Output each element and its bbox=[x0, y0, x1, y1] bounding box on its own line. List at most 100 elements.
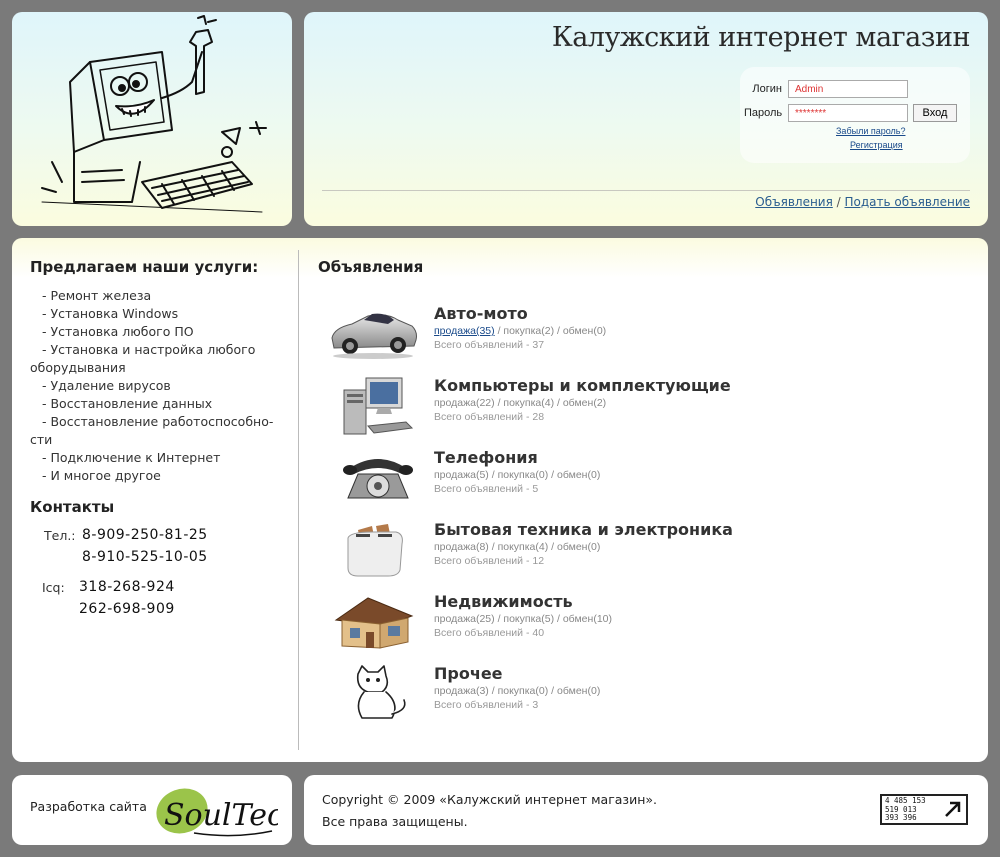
category-item: Телефония продажа(5) / покупка(0) / обме… bbox=[328, 448, 968, 516]
sale-link[interactable]: продажа(5) bbox=[434, 469, 489, 481]
computer-icon[interactable] bbox=[328, 376, 418, 436]
buy-link[interactable]: покупка(2) bbox=[503, 325, 554, 337]
soultech-logo[interactable]: SoulTech bbox=[154, 783, 278, 839]
exchange-link[interactable]: обмен(0) bbox=[563, 325, 606, 337]
car-icon[interactable] bbox=[328, 304, 418, 364]
main-panel: Предлагаем наши услуги: - Ремонт железа … bbox=[12, 238, 988, 762]
service-item: - Восстановление данных bbox=[42, 396, 213, 411]
sale-link[interactable]: продажа(35) bbox=[434, 325, 495, 337]
category-total: Всего объявлений - 12 bbox=[434, 555, 545, 567]
category-total: Всего объявлений - 40 bbox=[434, 627, 545, 639]
sidebar: Предлагаем наши услуги: - Ремонт железа … bbox=[12, 238, 299, 762]
category-title[interactable]: Телефония bbox=[434, 448, 538, 467]
category-total: Всего объявлений - 28 bbox=[434, 411, 545, 423]
sale-link[interactable]: продажа(3) bbox=[434, 685, 489, 697]
category-links: продажа(35) / покупка(2) / обмен(0) bbox=[434, 325, 606, 337]
category-title[interactable]: Бытовая техника и электроника bbox=[434, 520, 733, 539]
category-links: продажа(22) / покупка(4) / обмен(2) bbox=[434, 397, 606, 409]
forgot-password-link[interactable]: Забыли пароль? bbox=[836, 126, 905, 136]
services-heading: Предлагаем наши услуги: bbox=[30, 258, 259, 276]
phone-1: 8-909-250-81-25 bbox=[82, 527, 208, 543]
login-button[interactable]: Вход bbox=[913, 104, 957, 122]
category-total: Всего объявлений - 3 bbox=[434, 699, 539, 711]
links-separator: / bbox=[497, 613, 501, 625]
nav-separator: / bbox=[836, 195, 841, 209]
service-item: - Восстановление работоспособно-сти bbox=[30, 414, 274, 447]
exchange-link[interactable]: обмен(0) bbox=[557, 541, 600, 553]
footer-developer-panel: Разработка сайта SoulTech bbox=[12, 775, 292, 845]
sale-link[interactable]: продажа(25) bbox=[434, 613, 495, 625]
cat-icon[interactable] bbox=[328, 664, 418, 724]
sale-link[interactable]: продажа(22) bbox=[434, 397, 495, 409]
buy-link[interactable]: покупка(0) bbox=[498, 469, 549, 481]
password-input[interactable] bbox=[788, 104, 908, 122]
links-separator: / bbox=[557, 325, 560, 337]
sale-link[interactable]: продажа(8) bbox=[434, 541, 489, 553]
icq-2: 262-698-909 bbox=[79, 601, 175, 617]
links-separator: / bbox=[557, 613, 560, 625]
links-separator: / bbox=[497, 325, 501, 337]
nav-ads-link[interactable]: Объявления bbox=[755, 195, 833, 209]
visit-counter[interactable]: 4 485 153 519 013 393 396 bbox=[880, 794, 968, 825]
category-links: продажа(3) / покупка(0) / обмен(0) bbox=[434, 685, 600, 697]
links-separator: / bbox=[491, 469, 495, 481]
links-separator: / bbox=[551, 685, 555, 697]
buy-link[interactable]: покупка(5) bbox=[503, 613, 554, 625]
category-item: Прочее продажа(3) / покупка(0) / обмен(0… bbox=[328, 664, 968, 732]
category-item: Компьютеры и комплектующие продажа(22) /… bbox=[328, 376, 968, 444]
service-item: - Установка Windows bbox=[42, 306, 179, 321]
header-divider bbox=[322, 190, 970, 191]
service-item: - И многое другое bbox=[42, 468, 161, 483]
computer-repair-mascot-icon bbox=[41, 15, 267, 213]
nav-post-ad-link[interactable]: Подать объявление bbox=[845, 195, 970, 209]
phone-2: 8-910-525-10-05 bbox=[82, 549, 208, 565]
exchange-link[interactable]: обмен(10) bbox=[563, 613, 612, 625]
login-form: Логин Пароль Вход Забыли пароль? Регистр… bbox=[740, 67, 970, 163]
login-input[interactable] bbox=[788, 80, 908, 98]
telephone-icon[interactable] bbox=[328, 448, 418, 508]
category-links: продажа(25) / покупка(5) / обмен(10) bbox=[434, 613, 612, 625]
column-divider bbox=[298, 250, 299, 750]
category-links: продажа(8) / покупка(4) / обмен(0) bbox=[434, 541, 600, 553]
service-item: - Установка и настройка любого оборудыва… bbox=[30, 342, 256, 375]
service-item: - Ремонт железа bbox=[42, 288, 152, 303]
links-separator: / bbox=[491, 685, 495, 697]
exchange-link[interactable]: обмен(0) bbox=[557, 685, 600, 697]
icq-label: Icq: bbox=[42, 580, 65, 595]
category-title[interactable]: Компьютеры и комплектующие bbox=[434, 376, 731, 395]
links-separator: / bbox=[551, 541, 555, 553]
register-link[interactable]: Регистрация bbox=[850, 140, 903, 150]
header-nav: Объявления / Подать объявление bbox=[755, 195, 970, 209]
counter-line-3: 393 396 bbox=[885, 813, 917, 822]
contacts-heading: Контакты bbox=[30, 498, 115, 516]
exchange-link[interactable]: обмен(0) bbox=[557, 469, 600, 481]
copyright-text: Copyright © 2009 «Калужский интернет маг… bbox=[322, 789, 657, 833]
buy-link[interactable]: покупка(4) bbox=[498, 541, 549, 553]
category-title[interactable]: Авто-мото bbox=[434, 304, 528, 323]
arrow-up-right-icon bbox=[945, 801, 961, 817]
links-separator: / bbox=[497, 397, 501, 409]
services-list: - Ремонт железа - Установка Windows - Ус… bbox=[30, 287, 286, 485]
buy-link[interactable]: покупка(0) bbox=[498, 685, 549, 697]
footer-copyright-panel: Copyright © 2009 «Калужский интернет маг… bbox=[304, 775, 988, 845]
copyright-line-1: Copyright © 2009 «Калужский интернет маг… bbox=[322, 792, 657, 807]
site-title: Калужский интернет магазин bbox=[551, 22, 971, 53]
service-item: - Установка любого ПО bbox=[42, 324, 194, 339]
category-title[interactable]: Прочее bbox=[434, 664, 503, 683]
exchange-link[interactable]: обмен(2) bbox=[563, 397, 606, 409]
password-label: Пароль bbox=[744, 107, 783, 119]
developer-label: Разработка сайта bbox=[30, 799, 147, 814]
house-icon[interactable] bbox=[328, 592, 418, 652]
links-separator: / bbox=[491, 541, 495, 553]
buy-link[interactable]: покупка(4) bbox=[503, 397, 554, 409]
category-total: Всего объявлений - 5 bbox=[434, 483, 539, 495]
category-item: Бытовая техника и электроника продажа(8)… bbox=[328, 520, 968, 588]
category-title[interactable]: Недвижимость bbox=[434, 592, 573, 611]
service-item: - Подключение к Интернет bbox=[42, 450, 221, 465]
category-links: продажа(5) / покупка(0) / обмен(0) bbox=[434, 469, 600, 481]
category-item: Недвижимость продажа(25) / покупка(5) / … bbox=[328, 592, 968, 660]
links-separator: / bbox=[557, 397, 560, 409]
toaster-icon[interactable] bbox=[328, 520, 418, 580]
header-panel: Калужский интернет магазин Логин Пароль … bbox=[304, 12, 988, 226]
logo-text: SoulTech bbox=[164, 798, 278, 833]
